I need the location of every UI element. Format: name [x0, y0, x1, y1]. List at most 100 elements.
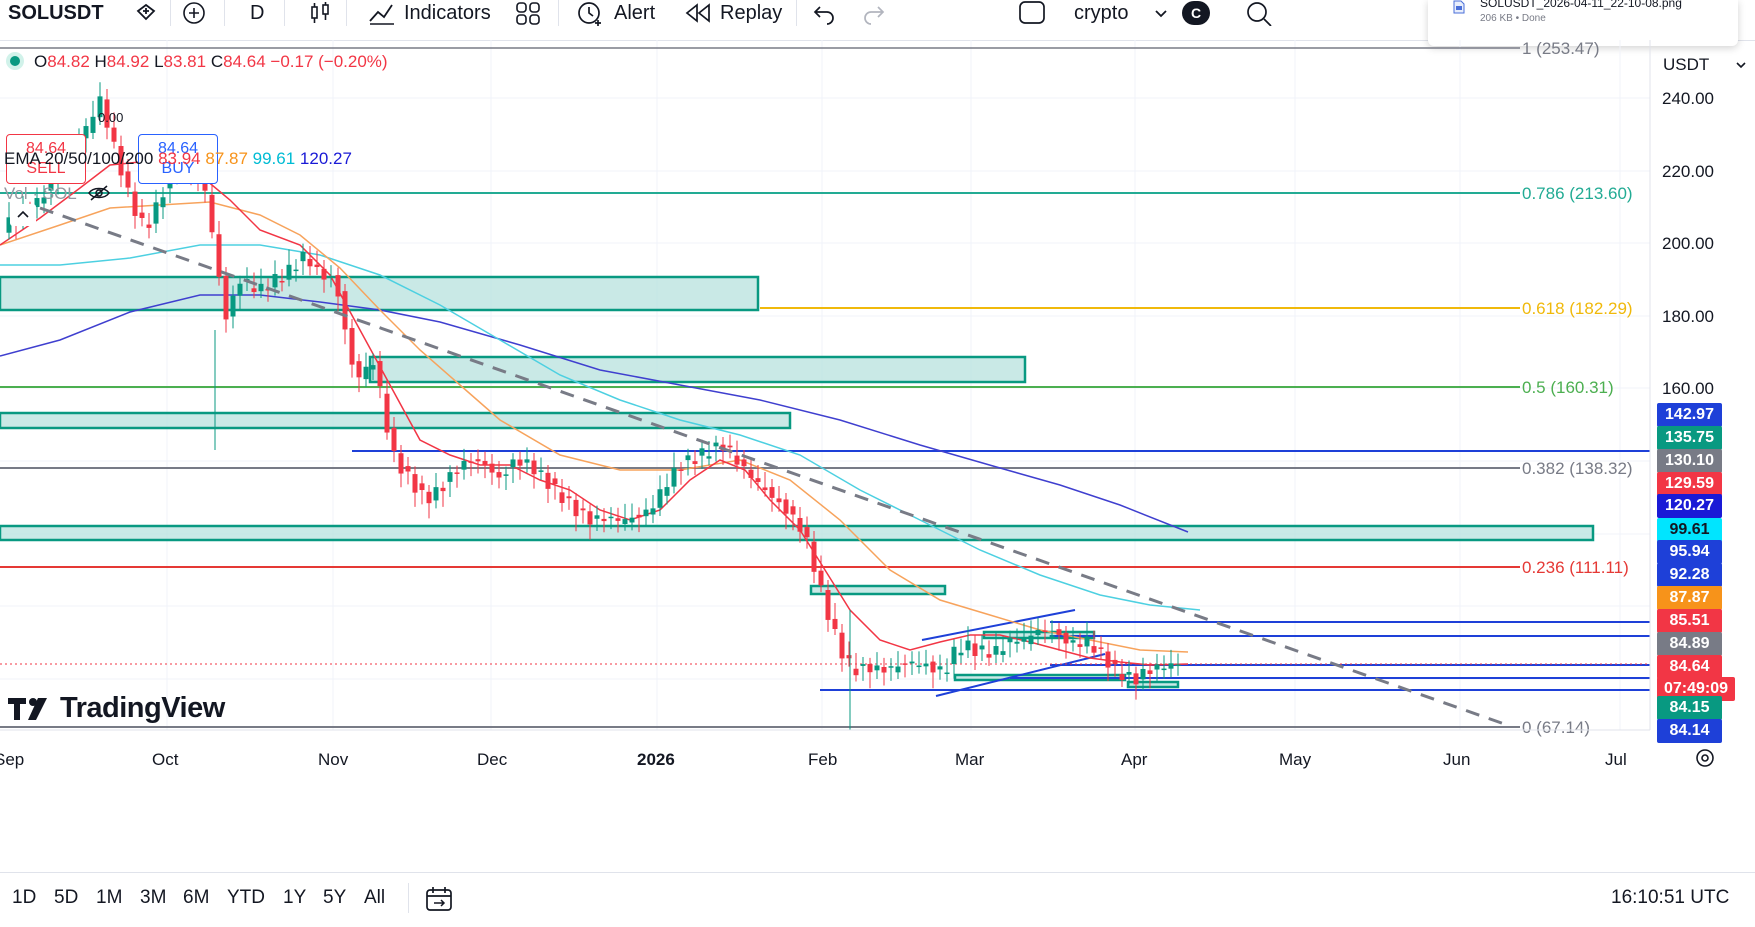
compare-symbol-icon[interactable] — [134, 0, 158, 26]
time-tick: Dec — [477, 750, 508, 769]
candle-body — [1056, 629, 1062, 635]
interval-button[interactable]: D — [250, 0, 264, 26]
candle-body — [489, 463, 495, 473]
candle-body — [468, 461, 474, 463]
layouts-icon[interactable] — [515, 0, 541, 26]
axis-settings-gear-icon[interactable] — [1696, 749, 1714, 767]
candle-body — [160, 197, 166, 208]
candle-body — [783, 499, 789, 514]
price-tag: 84.15 — [1657, 696, 1722, 720]
candle-body — [293, 269, 299, 272]
candle-body — [545, 472, 551, 489]
candle-body — [706, 456, 712, 459]
price-tick: 240.00 — [1662, 89, 1714, 108]
candle-body — [594, 515, 600, 519]
price-tag: 85.51 — [1657, 609, 1722, 633]
indicators-icon — [369, 4, 394, 25]
tradingview-watermark[interactable]: TradingView — [8, 692, 225, 725]
collapse-legend-chevron-icon[interactable] — [10, 204, 36, 226]
download-status: 206 KB • Done — [1480, 13, 1546, 24]
candle-body — [650, 508, 656, 515]
range-1y[interactable]: 1Y — [283, 887, 306, 909]
zones[interactable] — [0, 275, 1595, 689]
ohlc-legend: O84.82 H84.92 L83.81 C84.64 −0.17 (−0.20… — [4, 52, 388, 72]
layout-name[interactable]: crypto — [1074, 0, 1128, 26]
indicators-button[interactable]: Indicators — [368, 0, 491, 26]
time-tick: Mar — [955, 750, 985, 769]
time-axis[interactable]: Sep Oct Nov Dec 2026 Feb Mar Apr May Jun… — [0, 750, 1627, 769]
candle-body — [419, 483, 425, 491]
range-5y[interactable]: 5Y — [323, 887, 346, 909]
candle-body — [475, 459, 481, 462]
candle-body — [1021, 637, 1027, 642]
currency-label: USDT — [1663, 55, 1710, 74]
layout-menu-chevron-icon[interactable] — [1153, 0, 1169, 26]
time-tick: Jun — [1443, 750, 1470, 769]
undo-icon[interactable] — [812, 0, 836, 26]
candle-body — [762, 487, 768, 491]
range-5d[interactable]: 5D — [54, 887, 78, 909]
replay-button[interactable]: Replay — [684, 0, 782, 26]
select-layout-icon[interactable] — [1018, 0, 1046, 26]
price-tick: 160.00 — [1662, 379, 1714, 398]
chart-area[interactable]: 1 (253.47) 0.786 (213.60) 0.618 (182.29)… — [0, 40, 1755, 872]
high-value: 84.92 — [106, 52, 150, 71]
range-6m[interactable]: 6M — [183, 887, 209, 909]
candle-body — [573, 499, 579, 517]
range-1d[interactable]: 1D — [12, 887, 36, 909]
candle-body — [1112, 659, 1118, 665]
candle-body — [531, 460, 537, 475]
candle-body — [300, 251, 306, 262]
volume-legend[interactable]: Vol · SOL — [4, 184, 111, 204]
candle-body — [846, 655, 852, 659]
price-tick: 200.00 — [1662, 234, 1714, 253]
ema200-value: 120.27 — [299, 149, 352, 168]
add-symbol-icon[interactable] — [182, 0, 206, 26]
utc-clock[interactable]: 16:10:51 UTC — [1611, 887, 1729, 909]
ema-label: EMA 20/50/100/200 — [4, 149, 154, 168]
go-to-date-calendar-icon[interactable] — [424, 885, 454, 918]
currency-selector[interactable]: USDT — [1663, 52, 1747, 78]
price-tag: 87.87 — [1657, 586, 1722, 610]
zone-box[interactable] — [809, 584, 947, 596]
range-3m[interactable]: 3M — [140, 887, 166, 909]
chevron-down-icon — [1736, 62, 1746, 69]
candle-body — [860, 664, 866, 666]
zone-box[interactable] — [368, 355, 1027, 384]
candle-body — [391, 427, 397, 451]
fib-label-0618: 0.618 (182.29) — [1522, 299, 1633, 318]
range-ytd[interactable]: YTD — [227, 887, 265, 909]
candle-body — [629, 517, 635, 523]
zone-box[interactable] — [0, 524, 1595, 542]
symbol-search[interactable]: SOLUSDT — [8, 0, 104, 26]
candle-body — [356, 361, 362, 378]
price-tick: 180.00 — [1662, 307, 1714, 326]
redo-icon[interactable] — [862, 0, 886, 26]
quick-search-icon[interactable] — [1245, 0, 1273, 26]
candles-icon[interactable] — [308, 0, 332, 26]
candle-body — [1042, 630, 1048, 632]
hidden-eye-icon[interactable] — [87, 184, 111, 202]
ema-legend[interactable]: EMA 20/50/100/200 83.94 87.87 99.61 120.… — [4, 149, 352, 169]
candle-body — [699, 448, 705, 456]
candle-body — [1175, 664, 1181, 667]
open-value: 84.82 — [47, 52, 90, 71]
candle-body — [902, 663, 908, 665]
candle-body — [461, 460, 467, 470]
candle-body — [734, 455, 740, 465]
alert-button[interactable]: Alert — [576, 0, 655, 26]
candle-body — [286, 264, 292, 280]
fib-label-0: 0 (67.14) — [1522, 718, 1590, 737]
range-1m[interactable]: 1M — [96, 887, 122, 909]
candle-body — [433, 487, 439, 501]
candle-body — [90, 116, 96, 133]
zone-box[interactable] — [0, 275, 760, 312]
zone-box[interactable] — [0, 411, 792, 430]
avatar[interactable]: C — [1182, 0, 1210, 26]
candle-body — [510, 459, 516, 468]
range-all[interactable]: All — [364, 887, 385, 909]
avatar-letter: C — [1182, 1, 1210, 25]
price-axis[interactable]: 240.00 220.00 200.00 180.00 160.00 — [1662, 89, 1714, 398]
indicators-label: Indicators — [404, 1, 491, 24]
candle-body — [111, 127, 117, 142]
